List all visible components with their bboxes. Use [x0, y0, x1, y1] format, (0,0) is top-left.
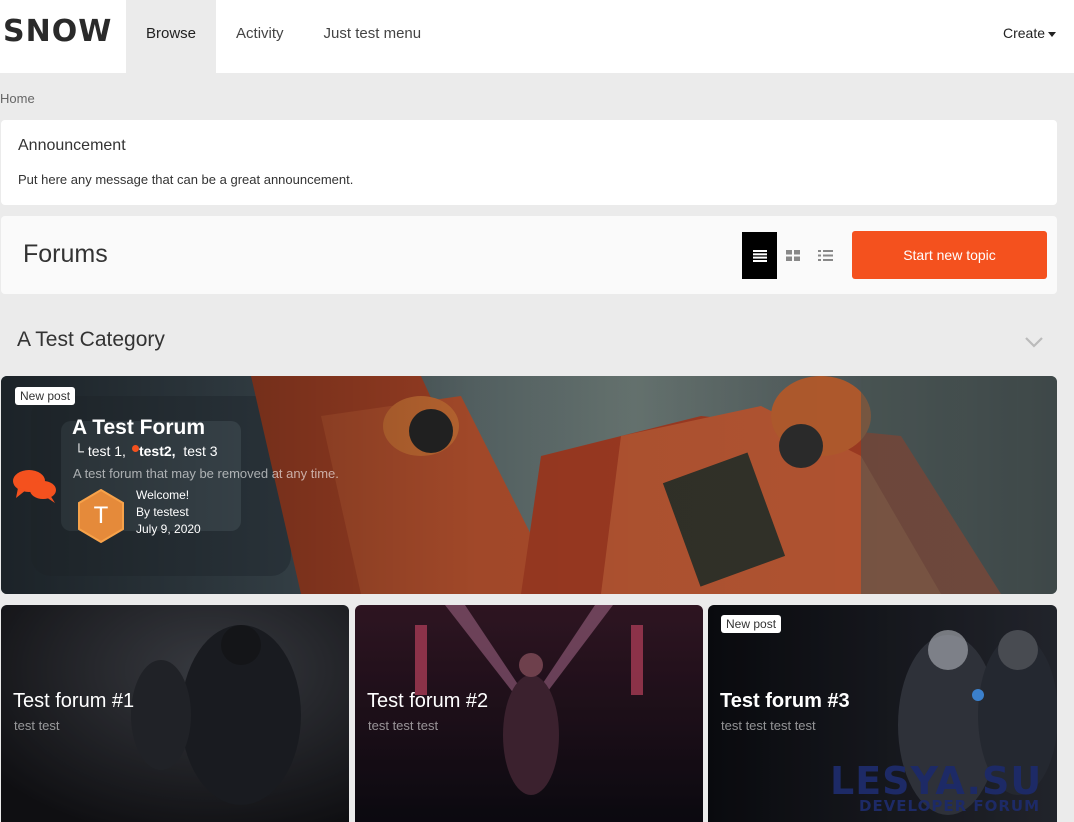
card-title[interactable]: Test forum #2: [367, 690, 488, 713]
chevron-down-icon[interactable]: [1024, 336, 1044, 348]
watermark-small-text: DEVELOPER FORUM: [859, 797, 1040, 815]
view-grid-button[interactable]: [775, 232, 810, 279]
watermark-big-text: LESYA.SU: [830, 759, 1043, 803]
last-post-author[interactable]: By testest: [136, 504, 201, 521]
subforum-test-1[interactable]: test 1,: [88, 443, 126, 459]
main-nav: Browse Activity Just test menu: [126, 0, 441, 73]
list-view-icon: [752, 249, 767, 262]
create-menu-button[interactable]: Create: [1003, 25, 1056, 41]
forum-banner-image: [1, 376, 1057, 594]
avatar[interactable]: T: [78, 488, 124, 544]
nav-activity[interactable]: Activity: [216, 0, 304, 73]
card-title[interactable]: Test forum #1: [13, 690, 134, 713]
watermark-logo: LESYA.SU DEVELOPER FORUM: [830, 759, 1043, 815]
nav-browse[interactable]: Browse: [126, 0, 217, 73]
caret-down-icon: [1048, 31, 1056, 37]
subforum-list: └ test 1, test2, test 3: [74, 443, 218, 459]
forum-card-image: [1, 605, 349, 822]
card-title[interactable]: Test forum #3: [720, 690, 850, 713]
card-description: test test test: [368, 718, 439, 733]
last-post-date: July 9, 2020: [136, 522, 201, 536]
forums-title: Forums: [23, 240, 108, 268]
unread-dot-icon: [131, 445, 139, 452]
breadcrumb-home[interactable]: Home: [0, 91, 35, 106]
create-label: Create: [1002, 25, 1045, 41]
subforum-test-2[interactable]: test2,: [139, 443, 176, 459]
chat-bubbles-icon: [13, 470, 56, 503]
nav-just-test-menu[interactable]: Just test menu: [304, 0, 442, 73]
view-compact-button[interactable]: [808, 232, 843, 279]
grid-view-icon: [785, 250, 800, 261]
site-logo[interactable]: SNOW: [3, 14, 112, 49]
forum-hero-card[interactable]: [1, 376, 1057, 594]
card-description: test test: [14, 718, 60, 733]
new-post-badge: New post: [15, 387, 76, 405]
last-post-info: Welcome! By testest July 9, 2020: [136, 487, 201, 538]
subforum-branch-icon: └: [74, 443, 88, 459]
forum-card-2[interactable]: Test forum #2 test test test: [355, 605, 703, 822]
view-list-button[interactable]: [742, 232, 777, 279]
top-header: SNOW Browse Activity Just test menu Crea…: [0, 0, 1074, 73]
announcement-title: Announcement: [18, 137, 126, 154]
new-post-badge: New post: [721, 615, 782, 633]
subforum-test-3[interactable]: test 3: [183, 443, 217, 459]
category-title[interactable]: A Test Category: [17, 328, 165, 352]
forum-card-1[interactable]: Test forum #1 test test: [1, 605, 349, 822]
forum-card-image: [355, 605, 703, 822]
start-new-topic-button[interactable]: Start new topic: [852, 231, 1047, 279]
card-description: test test test test: [721, 718, 816, 733]
forums-toolbar: Forums Start new topic: [1, 216, 1057, 294]
announcement-box: Announcement Put here any message that c…: [1, 120, 1057, 205]
forum-description: A test forum that may be removed at any …: [73, 466, 339, 481]
announcement-message: Put here any message that can be a great…: [18, 172, 354, 187]
avatar-letter: T: [93, 502, 109, 529]
compact-view-icon: [818, 250, 833, 261]
last-post-title[interactable]: Welcome!: [136, 487, 201, 504]
forum-title[interactable]: A Test Forum: [72, 416, 205, 440]
